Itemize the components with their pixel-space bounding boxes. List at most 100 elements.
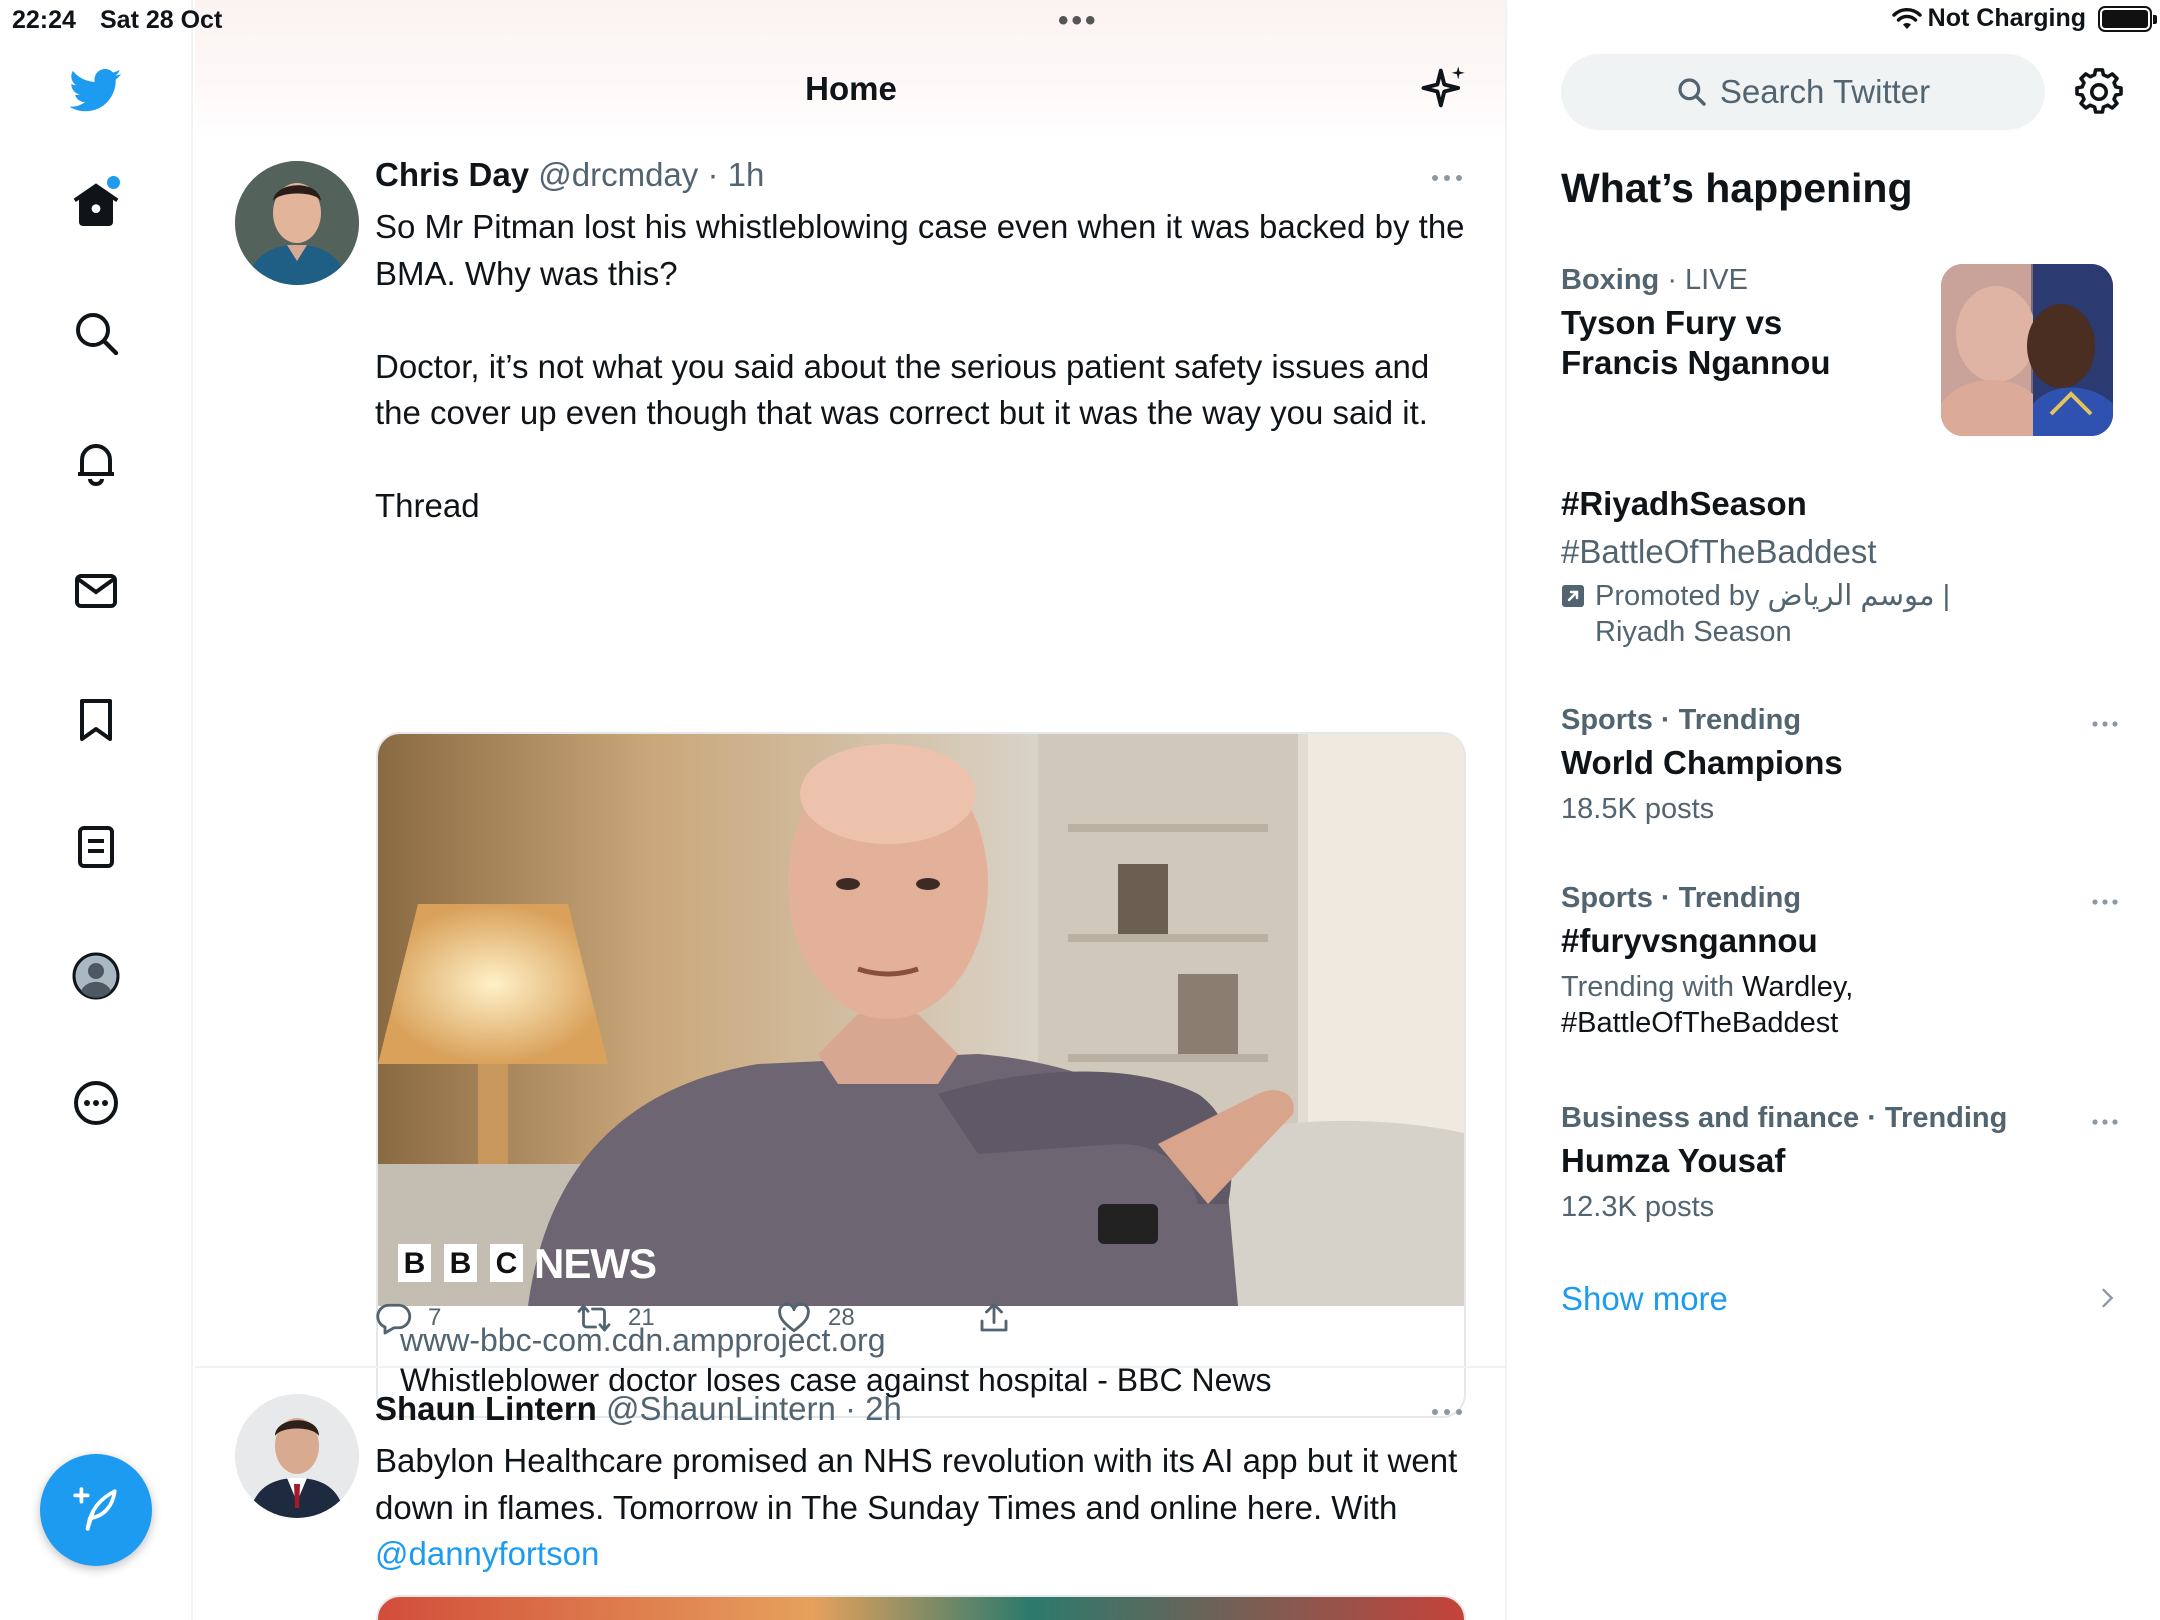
right-sidebar: Search Twitter What’s happening Boxing ·… (1509, 0, 2160, 1620)
search-icon (76, 313, 119, 356)
multitask-dots[interactable]: ••• (1058, 4, 1099, 38)
share-button[interactable] (976, 1300, 1012, 1336)
notification-dot (107, 176, 120, 189)
trend-title: Tyson Fury vs Francis Ngannou (1561, 304, 1831, 381)
trend-subtitle: #BattleOfTheBaddest (1561, 533, 1877, 570)
bbc-logo-letter: B (403, 1247, 426, 1280)
tweet-text: Babylon Healthcare promised an NHS revol… (375, 1438, 1465, 1578)
avatar-icon (72, 952, 120, 1000)
retweet-count: 21 (628, 1304, 655, 1331)
trend-category: Sports · Trending (1561, 882, 2121, 915)
trend-category-label: Sports · Trending (1561, 704, 1802, 736)
trend-category-label: Business and finance · Trending (1561, 1102, 2008, 1134)
sparkle-icon[interactable] (1417, 62, 1469, 114)
promoted-icon (1562, 585, 1584, 607)
live-status: · LIVE (1659, 264, 1748, 296)
user-handle[interactable]: @drcmday (538, 156, 698, 193)
user-handle[interactable]: @ShaunLintern (606, 1390, 836, 1427)
search-placeholder: Search Twitter (1719, 73, 1931, 110)
trend-item-promoted[interactable]: #RiyadhSeason #BattleOfTheBaddest Promot… (1561, 484, 2121, 650)
trend-item[interactable]: Business and finance · Trending Humza Yo… (1561, 1102, 2121, 1225)
show-more-label: Show more (1561, 1280, 1728, 1317)
wifi-icon (1891, 7, 1922, 29)
tweet-text-body: Babylon Healthcare promised an NHS revol… (375, 1442, 1467, 1526)
boxing-photo (1941, 264, 2113, 436)
reply-button[interactable]: 7 (376, 1300, 441, 1336)
search-icon (1678, 78, 1706, 106)
status-time: 22:24 (12, 6, 76, 34)
media-card[interactable] (376, 1595, 1466, 1620)
nav-home[interactable] (60, 168, 132, 240)
section-title: What’s happening (1561, 165, 1913, 211)
twitter-bird-icon (70, 68, 122, 112)
nav-messages[interactable] (60, 555, 132, 627)
status-bar: 22:24 Sat 28 Oct ••• Not Charging (0, 0, 2160, 38)
share-icon (980, 1303, 1008, 1332)
charging-status: Not Charging (1927, 4, 2086, 32)
trend-image[interactable] (1941, 264, 2113, 436)
avatar[interactable] (235, 161, 359, 285)
news-photo (378, 734, 1464, 1306)
bbc-logo-letter: C (495, 1247, 518, 1280)
trend-category: Sports · Trending (1561, 704, 2121, 737)
trend-post-count: 12.3K posts (1561, 1191, 1715, 1223)
more-options-icon[interactable] (2089, 1116, 2121, 1128)
show-more-link[interactable]: Show more (1561, 1280, 2121, 1318)
mail-icon (75, 574, 117, 608)
nav-profile[interactable] (60, 940, 132, 1012)
more-options-icon[interactable] (2089, 896, 2121, 908)
retweet-button[interactable]: 21 (576, 1300, 655, 1336)
trend-item[interactable]: Sports · Trending #furyvsngannou Trendin… (1561, 882, 2121, 1041)
page-title: Home (805, 70, 897, 107)
battery-icon (2098, 5, 2157, 32)
trend-title: #RiyadhSeason (1561, 485, 1807, 522)
twitter-logo[interactable] (60, 54, 132, 126)
nav-lists[interactable] (60, 811, 132, 883)
bell-icon (78, 444, 114, 486)
like-count: 28 (828, 1304, 855, 1331)
status-date: Sat 28 Oct (100, 6, 223, 34)
like-button[interactable]: 28 (776, 1300, 855, 1336)
nav-bookmarks[interactable] (60, 684, 132, 756)
promoted-by: Promoted by موسم الرياض | Riyadh Season (1595, 580, 1951, 648)
promoted-line: Promoted by موسم الرياض | Riyadh Season (1561, 578, 2121, 650)
trend-item[interactable]: Sports · Trending World Champions 18.5K … (1561, 704, 2121, 827)
search-input[interactable]: Search Twitter (1561, 54, 2045, 130)
trend-title: World Champions (1561, 744, 1843, 781)
tweet[interactable]: Chris Day @drcmday · 1h So Mr Pitman los… (195, 140, 1505, 1418)
heart-icon (778, 1302, 810, 1333)
mention-link[interactable]: @dannyfortson (375, 1535, 599, 1572)
display-name[interactable]: Chris Day (375, 156, 529, 193)
bookmark-icon (80, 699, 112, 741)
more-options-icon[interactable] (2089, 718, 2121, 730)
profile-photo (235, 161, 359, 285)
chevron-right-icon (2102, 1288, 2114, 1308)
nav-explore[interactable] (60, 297, 132, 369)
avatar[interactable] (235, 1394, 359, 1518)
compose-button[interactable] (40, 1454, 152, 1566)
more-options-icon[interactable] (1427, 168, 1467, 188)
gear-icon[interactable] (2075, 68, 2123, 116)
list-icon (78, 826, 114, 868)
left-nav (0, 0, 193, 1620)
reply-count: 7 (428, 1304, 442, 1331)
tweet[interactable]: Shaun Lintern @ShaunLintern · 2h Babylon… (195, 1366, 1505, 1620)
more-options-icon[interactable] (1427, 1402, 1467, 1422)
retweet-icon (577, 1304, 611, 1332)
bbc-logo-letter: B (449, 1247, 472, 1280)
nav-notifications[interactable] (60, 426, 132, 498)
reply-icon (376, 1303, 412, 1335)
trending-with-label: Trending with (1561, 971, 1743, 1003)
more-circle-icon (74, 1081, 118, 1125)
tweet-header: Shaun Lintern @ShaunLintern · 2h (375, 1390, 902, 1428)
nav-more[interactable] (60, 1067, 132, 1139)
timeline[interactable]: Home Chris Day @drcmday · 1h So Mr Pitma… (195, 0, 1507, 1620)
tweet-time[interactable]: · 1h (707, 156, 764, 193)
trending-with: Trending with Wardley, #BattleOfTheBadde… (1561, 969, 1891, 1041)
tweet-time[interactable]: · 2h (845, 1390, 902, 1427)
display-name[interactable]: Shaun Lintern (375, 1390, 597, 1427)
trend-category: Business and finance · Trending (1561, 1102, 2121, 1135)
card-image: B B C NEWS (378, 734, 1464, 1306)
tweet-actions: 7 21 28 (376, 1300, 1276, 1340)
bbc-logo-word: NEWS (534, 1240, 657, 1287)
